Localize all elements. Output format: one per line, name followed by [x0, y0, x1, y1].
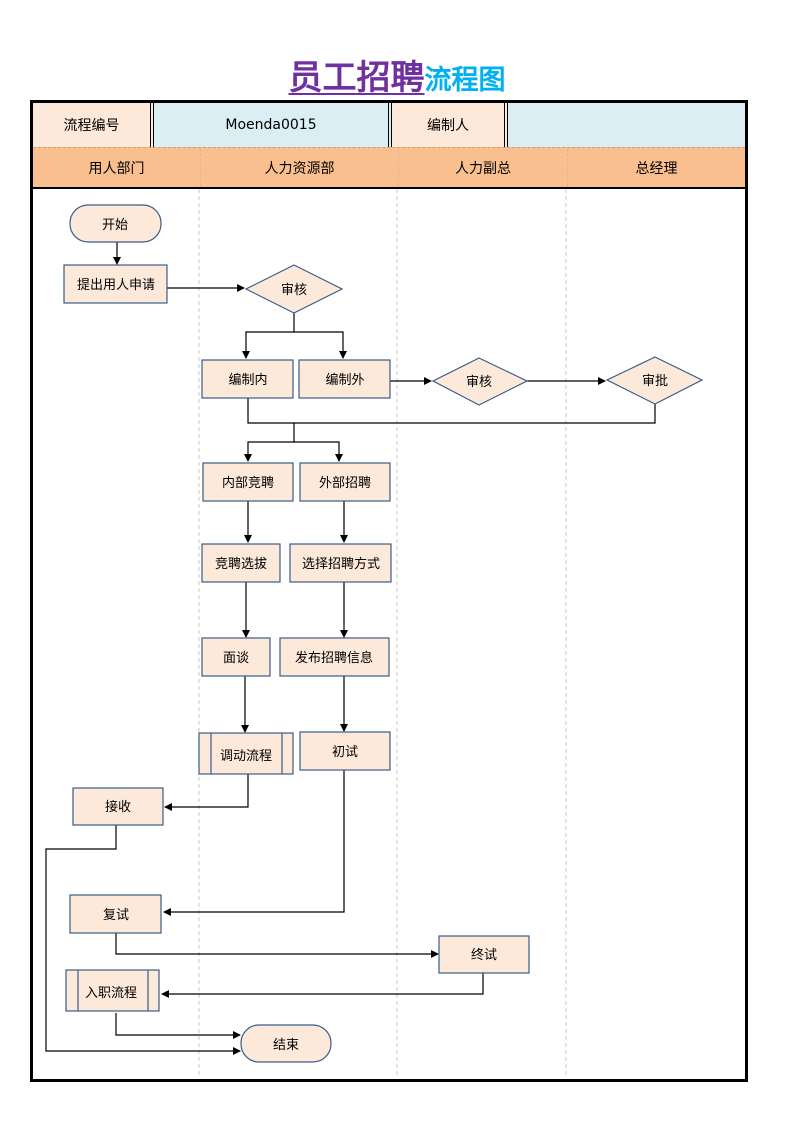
label-second-test: 复试 [103, 908, 129, 923]
label-review1: 审核 [281, 283, 307, 298]
label-apply: 提出用人申请 [77, 277, 155, 293]
connector [164, 774, 249, 811]
label-start: 开始 [102, 218, 128, 233]
label-method: 选择招聘方式 [302, 556, 380, 572]
connector [294, 331, 347, 359]
label-onboard: 入职流程 [85, 986, 137, 1001]
label-final-test: 终试 [471, 947, 497, 963]
label-interview: 面谈 [223, 651, 249, 666]
label-publish: 发布招聘信息 [295, 650, 373, 666]
connector [45, 825, 241, 1055]
label-first-test: 初试 [332, 745, 358, 760]
label-out-quota: 编制外 [325, 373, 364, 388]
label-external: 外部招聘 [319, 476, 371, 491]
connector [163, 770, 345, 916]
connector [247, 398, 656, 424]
label-select: 竞聘选拔 [215, 556, 267, 572]
label-approve: 审批 [642, 374, 668, 389]
connector [242, 313, 295, 359]
connector [244, 423, 295, 462]
label-receive: 接收 [105, 799, 131, 815]
connector [115, 933, 439, 958]
connector [115, 1013, 241, 1039]
label-end: 结束 [273, 1038, 299, 1053]
label-transfer: 调动流程 [220, 749, 272, 764]
flowchart-canvas: 开始 提出用人申请 审核 编制内 编制外 审核 审批 内部竞聘 外部招聘 竞聘选… [45, 189, 704, 1076]
label-internal: 内部竞聘 [222, 475, 274, 491]
connector [161, 973, 484, 998]
label-in-quota: 编制内 [228, 372, 267, 388]
connector [294, 441, 343, 462]
label-review2: 审核 [466, 375, 492, 390]
